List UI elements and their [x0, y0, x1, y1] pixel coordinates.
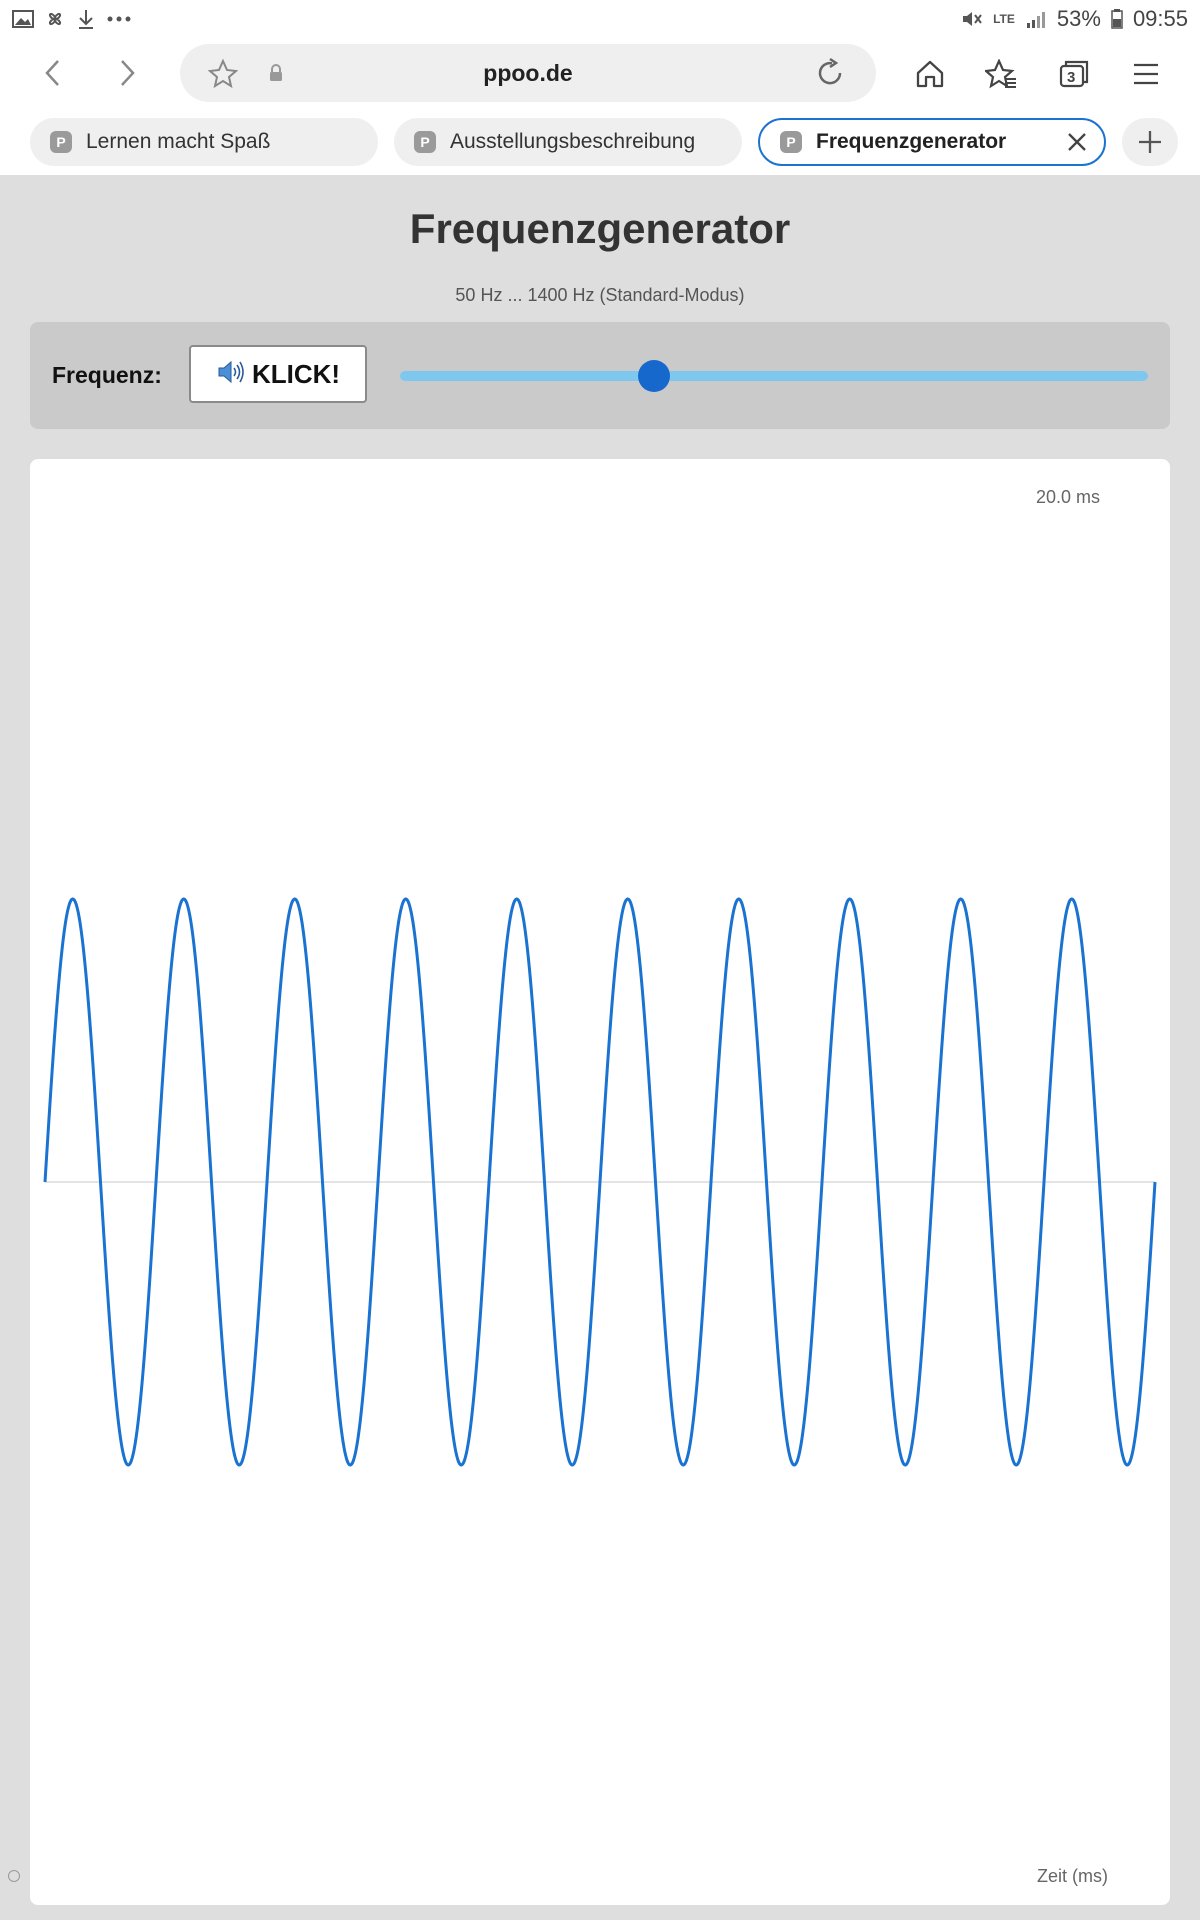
back-button[interactable] — [29, 49, 77, 97]
browser-toolbar: ppoo.de 3 — [0, 38, 1200, 110]
tab-lernen-macht-spass[interactable]: P Lernen macht Spaß — [30, 118, 378, 166]
forward-button[interactable] — [103, 49, 151, 97]
waveform-svg — [43, 897, 1157, 1467]
tab-ausstellungsbeschreibung[interactable]: P Ausstellungsbeschreibung — [394, 118, 742, 166]
download-icon — [76, 8, 96, 30]
battery-percent: 53% — [1056, 6, 1101, 31]
time-window-label: 20.0 ms — [1035, 487, 1100, 507]
klick-button[interactable]: KLICK! — [189, 345, 367, 403]
bookmarks-button[interactable] — [977, 50, 1025, 98]
sine-wave-line — [43, 897, 1157, 1467]
info-icon — [8, 1870, 20, 1882]
chevron-left-icon — [45, 60, 59, 86]
status-bar-right: LTE 53% 09:55 — [961, 6, 1188, 32]
chevron-right-icon — [121, 60, 135, 86]
home-button[interactable] — [906, 50, 954, 98]
tab-label: Lernen macht Spaß — [86, 130, 271, 153]
reload-icon[interactable] — [814, 57, 846, 94]
tab-favicon: P — [50, 131, 72, 153]
battery-icon — [1111, 9, 1123, 29]
x-axis-label: Zeit (ms) — [1037, 1866, 1108, 1886]
tab-label: Frequenzgenerator — [816, 130, 1007, 153]
network-type: LTE — [993, 12, 1015, 26]
waveform-chart: 20.0 ms Zeit (ms) — [30, 459, 1170, 1905]
pinwheel-icon — [44, 8, 66, 30]
tab-favicon: P — [780, 131, 802, 153]
klick-button-label: KLICK! — [251, 358, 341, 389]
frequency-controls: Frequenz: KLICK! — [30, 322, 1170, 429]
speaker-icon — [216, 358, 246, 391]
status-bar: LTE 53% 09:55 — [0, 0, 1200, 38]
mute-icon — [961, 9, 983, 29]
close-tab-icon[interactable] — [1064, 129, 1090, 155]
tab-count: 3 — [1067, 69, 1076, 86]
tab-label: Ausstellungsbeschreibung — [450, 130, 696, 153]
status-bar-left — [12, 8, 132, 30]
signal-icon — [1025, 9, 1047, 29]
clock: 09:55 — [1132, 6, 1188, 31]
tab-frequenzgenerator[interactable]: P Frequenzgenerator — [758, 118, 1106, 166]
new-tab-button[interactable] — [1122, 118, 1178, 166]
page-content: Frequenzgenerator 50 Hz ... 1400 Hz (Sta… — [0, 175, 1200, 1920]
gallery-icon — [12, 9, 34, 29]
frequency-range-subtitle: 50 Hz ... 1400 Hz (Standard-Modus) — [455, 285, 745, 305]
url-text[interactable]: ppoo.de — [180, 44, 876, 102]
hamburger-menu-icon — [1134, 63, 1158, 85]
frequency-label: Frequenz: — [52, 362, 162, 388]
frequency-slider-thumb[interactable] — [638, 360, 671, 392]
address-bar[interactable]: ppoo.de — [180, 44, 876, 102]
tab-favicon: P — [414, 131, 436, 153]
menu-button[interactable] — [1122, 50, 1170, 98]
tabs-button[interactable]: 3 — [1050, 50, 1098, 98]
page-title: Frequenzgenerator — [409, 205, 791, 252]
tabs-bar: P Lernen macht Spaß P Ausstellungsbeschr… — [0, 110, 1200, 175]
more-icon — [106, 15, 132, 23]
home-icon — [916, 60, 944, 88]
plus-icon — [1139, 131, 1161, 153]
frequency-slider[interactable] — [400, 371, 1148, 381]
bookmarks-star-list-icon — [985, 59, 1016, 89]
